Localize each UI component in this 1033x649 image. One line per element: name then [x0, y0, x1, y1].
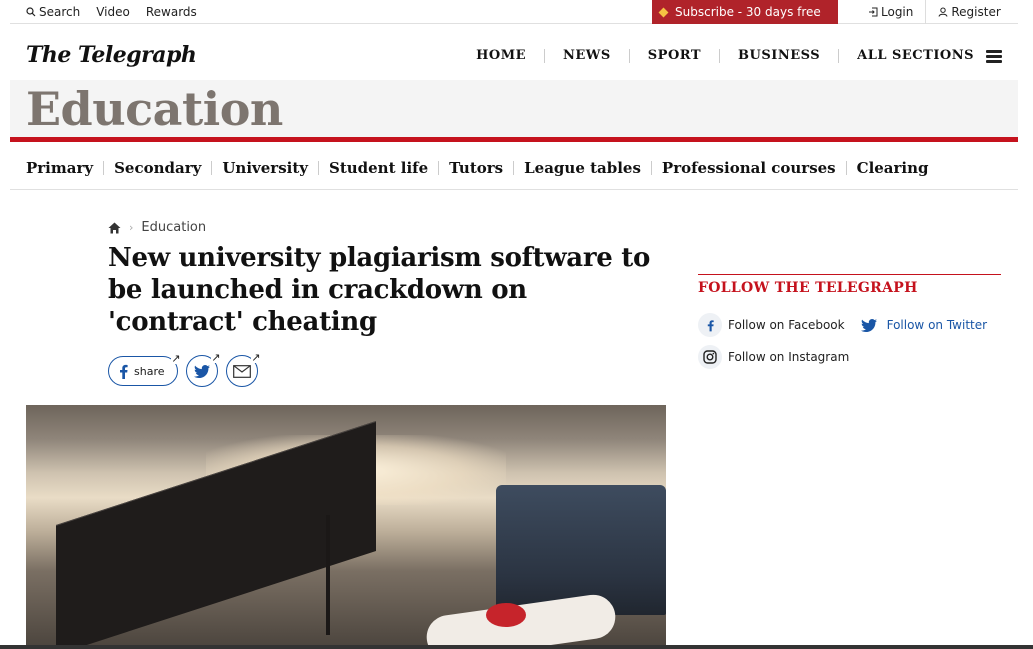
- subnav-league-tables[interactable]: League tables: [514, 161, 652, 176]
- nav-all-sections[interactable]: ALL SECTIONS: [839, 49, 982, 63]
- hero-ribbon: [486, 603, 526, 627]
- nav-home[interactable]: HOME: [458, 49, 545, 63]
- home-icon[interactable]: [108, 222, 121, 234]
- twitter-icon: [857, 313, 881, 337]
- share-row: share ↗ ↗ ↗: [108, 351, 261, 387]
- video-link[interactable]: Video: [96, 5, 130, 19]
- email-share-button[interactable]: ↗: [225, 351, 261, 387]
- subnav-student-life[interactable]: Student life: [319, 161, 440, 176]
- follow-instagram-label: Follow on Instagram: [728, 350, 850, 364]
- follow-twitter-label: Follow on Twitter: [886, 318, 988, 332]
- chevron-right-icon: ›: [129, 221, 134, 234]
- search-label: Search: [39, 5, 81, 19]
- search-icon: [26, 7, 36, 17]
- section-subnav: Primary Secondary University Student lif…: [10, 147, 1018, 190]
- diamond-icon: [658, 7, 669, 17]
- search-link[interactable]: Search: [26, 5, 80, 19]
- instagram-icon: [698, 345, 722, 369]
- masthead: The Telegraph HOME NEWS SPORT BUSINESS A…: [10, 25, 1018, 80]
- subnav-professional-courses[interactable]: Professional courses: [652, 161, 847, 176]
- follow-instagram-link[interactable]: Follow on Instagram: [698, 345, 849, 369]
- follow-facebook-link[interactable]: Follow on Facebook: [698, 313, 845, 337]
- subnav-clearing[interactable]: Clearing: [847, 161, 939, 176]
- breadcrumb: › Education: [108, 220, 206, 235]
- utility-right: Login Register: [856, 0, 1013, 24]
- follow-links: Follow on Facebook Follow on Twitter Fol…: [698, 313, 1001, 369]
- rewards-link[interactable]: Rewards: [146, 5, 197, 19]
- follow-title: FOLLOW THE TELEGRAPH: [698, 280, 918, 296]
- twitter-share-button[interactable]: ↗: [185, 351, 221, 387]
- subnav-primary[interactable]: Primary: [26, 161, 105, 176]
- hero-tassel: [326, 515, 330, 635]
- login-link[interactable]: Login: [856, 0, 925, 24]
- section-title[interactable]: Education: [26, 82, 283, 136]
- login-label: Login: [881, 5, 914, 19]
- envelope-icon: [232, 364, 251, 378]
- external-arrow-icon: ↗: [251, 351, 261, 364]
- telegraph-logo[interactable]: The Telegraph: [26, 42, 197, 68]
- subscribe-label: Subscribe - 30 days free: [675, 5, 821, 19]
- register-link[interactable]: Register: [925, 0, 1012, 24]
- article-hero-image: [26, 405, 666, 649]
- facebook-icon: [698, 313, 722, 337]
- share-label: share: [134, 364, 165, 378]
- external-arrow-icon: ↗: [171, 352, 181, 365]
- register-label: Register: [951, 5, 1001, 19]
- follow-facebook-label: Follow on Facebook: [728, 318, 845, 332]
- subscribe-button[interactable]: Subscribe - 30 days free: [652, 0, 838, 24]
- login-icon: [869, 7, 878, 17]
- subnav-university[interactable]: University: [212, 161, 319, 176]
- nav-news[interactable]: NEWS: [545, 49, 630, 63]
- subnav-tutors[interactable]: Tutors: [439, 161, 515, 176]
- page: Search Video Rewards Subscribe - 30 days…: [10, 0, 1018, 649]
- twitter-icon: [193, 364, 210, 378]
- nav-sport[interactable]: SPORT: [630, 49, 721, 63]
- nav-business[interactable]: BUSINESS: [720, 49, 840, 63]
- rewards-label: Rewards: [145, 5, 197, 19]
- menu-icon[interactable]: [986, 49, 1002, 63]
- bottom-edge-bar: [0, 645, 1033, 649]
- subnav-secondary[interactable]: Secondary: [104, 161, 213, 176]
- facebook-icon: [120, 364, 128, 379]
- external-arrow-icon: ↗: [211, 351, 221, 364]
- facebook-share-button[interactable]: share ↗: [108, 352, 181, 386]
- utility-left: Search Video Rewards: [26, 0, 197, 24]
- user-icon: [938, 7, 948, 17]
- follow-twitter-link[interactable]: Follow on Twitter: [857, 313, 987, 337]
- section-header: Education: [10, 80, 1018, 142]
- video-label: Video: [96, 5, 130, 19]
- utility-bar: Search Video Rewards Subscribe - 30 days…: [10, 0, 1018, 24]
- main-nav: HOME NEWS SPORT BUSINESS ALL SECTIONS: [458, 49, 1002, 63]
- breadcrumb-education[interactable]: Education: [141, 220, 206, 235]
- follow-widget: FOLLOW THE TELEGRAPH Follow on Facebook …: [698, 274, 1001, 369]
- article-headline: New university plagiarism software to be…: [108, 243, 650, 337]
